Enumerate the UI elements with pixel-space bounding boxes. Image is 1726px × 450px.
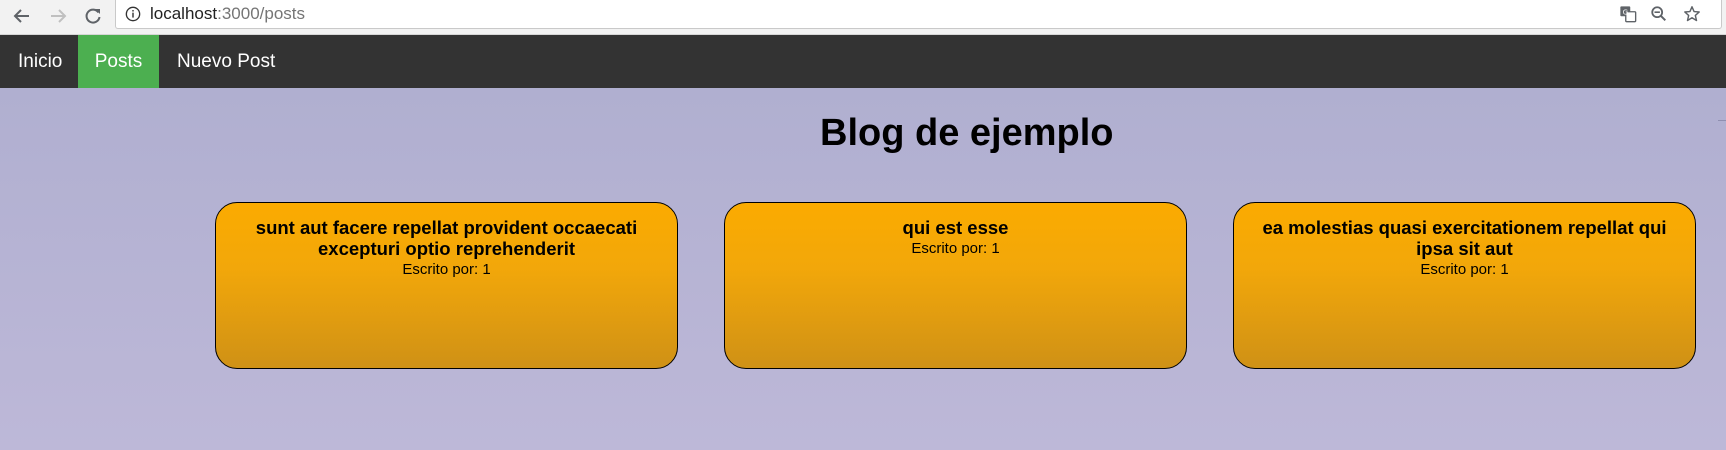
page-title: Blog de ejemplo [820,112,1114,154]
url-path: :3000/posts [217,4,306,23]
post-title: qui est esse [902,217,1009,238]
back-arrow-icon [13,9,29,23]
post-author: Escrito por: 1 [911,240,1000,257]
reload-icon [85,8,101,24]
post-card[interactable]: qui est esse Escrito por: 1 [724,202,1187,369]
forward-arrow-icon [51,9,67,23]
star-icon[interactable] [1681,3,1703,25]
top-navbar: Inicio Posts Nuevo Post [0,35,1726,88]
post-author: Escrito por: 1 [1420,261,1509,278]
main-content: Blog de ejemplo sunt aut facere repellat… [0,88,1726,450]
zoom-out-icon[interactable] [1648,3,1670,25]
post-card[interactable]: ea molestias quasi exercitationem repell… [1233,202,1696,369]
svg-text:G: G [1623,7,1629,16]
nav-item-posts[interactable]: Posts [78,35,159,88]
back-button[interactable] [9,3,35,29]
url-host: localhost [150,4,218,23]
forward-button[interactable] [45,3,71,29]
post-card[interactable]: sunt aut facere repellat provident occae… [215,202,678,369]
browser-toolbar: localhost:3000/posts G [0,0,1726,35]
reload-button[interactable] [80,3,106,29]
address-bar[interactable]: localhost:3000/posts G [115,0,1722,29]
scroll-edge-marker [1718,120,1726,121]
nav-item-nuevo-post[interactable]: Nuevo Post [159,35,293,88]
url-text[interactable]: localhost:3000/posts [150,4,305,24]
post-title: ea molestias quasi exercitationem repell… [1262,217,1667,259]
nav-item-inicio[interactable]: Inicio [0,35,78,88]
translate-icon[interactable]: G [1617,3,1639,25]
post-author: Escrito por: 1 [402,261,491,278]
post-title: sunt aut facere repellat provident occae… [255,217,638,259]
info-icon[interactable] [124,5,142,23]
